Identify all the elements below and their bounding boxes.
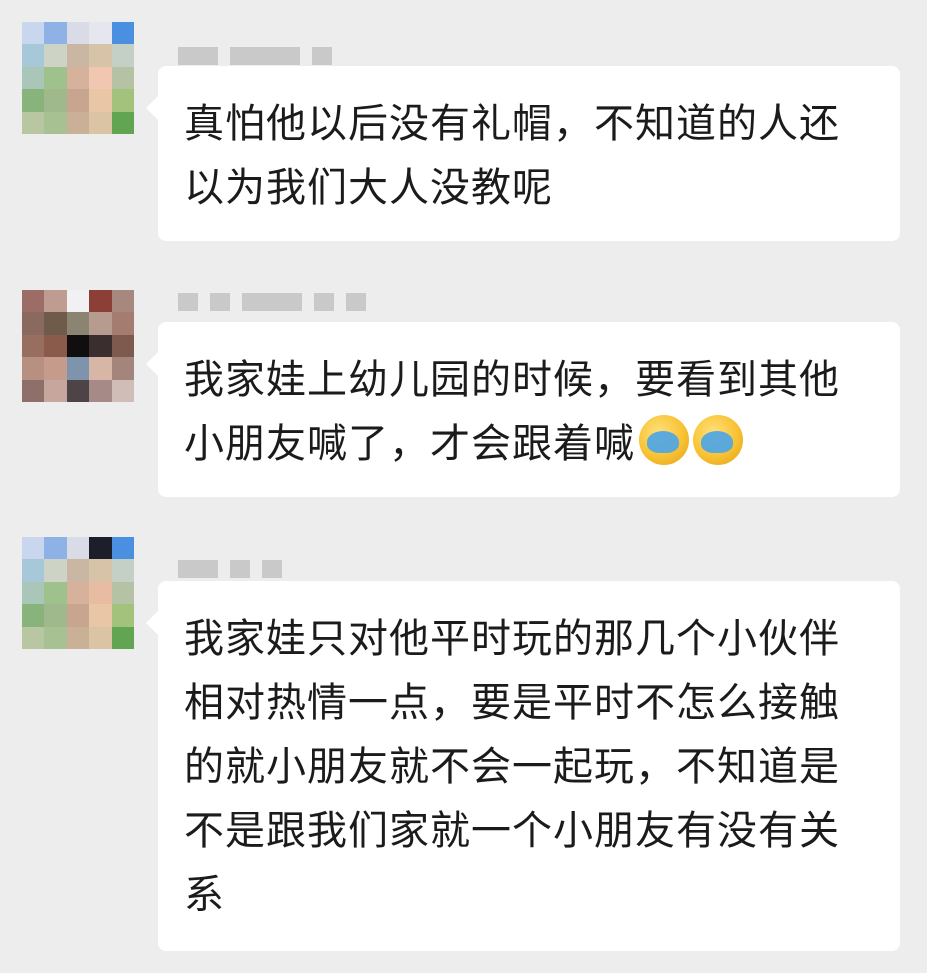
avatar[interactable] <box>22 22 134 134</box>
avatar-pixel <box>66 290 90 313</box>
avatar-pixel <box>44 357 67 380</box>
avatar-pixel <box>111 290 134 313</box>
avatar-pixel <box>66 334 90 358</box>
avatar-pixel <box>66 22 90 45</box>
avatar-pixel <box>44 537 67 560</box>
message-bubble[interactable]: 我家娃上幼儿园的时候，要看到其他小朋友喊了，才会跟着喊 <box>146 322 900 497</box>
avatar-pixel <box>111 334 134 358</box>
avatar-pixel <box>66 581 90 605</box>
avatar-pixel <box>89 66 112 90</box>
sender-name-blurred <box>178 559 282 579</box>
avatar-pixel <box>44 581 67 605</box>
avatar-pixel <box>44 559 67 582</box>
sender-name-blurred <box>178 292 366 312</box>
avatar-pixel <box>89 44 112 67</box>
avatar[interactable] <box>22 290 134 402</box>
avatar-pixel <box>66 559 90 582</box>
avatar-pixel <box>44 44 67 67</box>
avatar-pixel <box>89 559 112 582</box>
message-bubble[interactable]: 我家娃只对他平时玩的那几个小伙伴相对热情一点，要是平时不怎么接触的就小朋友就不会… <box>146 581 900 951</box>
avatar-pixel <box>66 44 90 67</box>
avatar-pixel <box>89 537 112 560</box>
avatar-pixel <box>22 537 45 560</box>
avatar-pixel <box>44 89 67 112</box>
avatar-pixel <box>44 290 67 313</box>
avatar-pixel <box>44 334 67 358</box>
sender-name-blurred <box>178 46 332 66</box>
avatar-pixel <box>66 89 90 112</box>
avatar-pixel <box>111 379 134 402</box>
avatar-pixel <box>44 379 67 402</box>
avatar-pixel <box>111 357 134 380</box>
avatar-pixel <box>89 604 112 627</box>
message-text: 我家娃只对他平时玩的那几个小伙伴相对热情一点，要是平时不怎么接触的就小朋友就不会… <box>184 616 840 918</box>
avatar-pixel <box>22 604 45 627</box>
avatar-pixel <box>111 22 134 45</box>
avatar-pixel <box>44 111 67 134</box>
avatar-pixel <box>44 312 67 335</box>
chat-area: 真怕他以后没有礼帽，不知道的人还以为我们大人没教呢 我家娃上幼儿园的时候，要看到… <box>0 0 927 973</box>
avatar-pixel <box>44 604 67 627</box>
avatar-pixel <box>66 379 90 402</box>
avatar-pixel <box>89 379 112 402</box>
avatar-pixel <box>111 89 134 112</box>
avatar-pixel <box>66 312 90 335</box>
avatar-pixel <box>111 581 134 605</box>
avatar-pixel <box>66 604 90 627</box>
avatar-pixel <box>66 537 90 560</box>
avatar-pixel <box>22 581 45 605</box>
avatar-pixel <box>44 66 67 90</box>
avatar-pixel <box>111 604 134 627</box>
avatar-pixel <box>89 89 112 112</box>
avatar-pixel <box>111 66 134 90</box>
avatar-pixel <box>22 312 45 335</box>
avatar-pixel <box>22 559 45 582</box>
avatar-pixel <box>22 44 45 67</box>
avatar-pixel <box>22 290 45 313</box>
avatar-pixel <box>111 111 134 134</box>
avatar-pixel <box>89 334 112 358</box>
facepalm-laugh-emoji <box>639 415 689 465</box>
avatar-pixel <box>89 312 112 335</box>
avatar-pixel <box>22 111 45 134</box>
avatar-pixel <box>22 626 45 649</box>
avatar-pixel <box>22 379 45 402</box>
avatar-pixel <box>44 626 67 649</box>
avatar-pixel <box>22 22 45 45</box>
avatar-pixel <box>66 66 90 90</box>
message-text: 真怕他以后没有礼帽，不知道的人还以为我们大人没教呢 <box>184 101 840 211</box>
avatar-pixel <box>66 357 90 380</box>
avatar-pixel <box>89 626 112 649</box>
avatar-pixel <box>111 312 134 335</box>
avatar-pixel <box>89 22 112 45</box>
facepalm-laugh-emoji <box>693 415 743 465</box>
avatar-pixel <box>89 111 112 134</box>
avatar-pixel <box>111 537 134 560</box>
avatar-pixel <box>66 111 90 134</box>
avatar-pixel <box>22 66 45 90</box>
avatar-pixel <box>22 89 45 112</box>
avatar-pixel <box>22 357 45 380</box>
message-bubble[interactable]: 真怕他以后没有礼帽，不知道的人还以为我们大人没教呢 <box>146 66 900 241</box>
avatar[interactable] <box>22 537 134 649</box>
avatar-pixel <box>89 581 112 605</box>
avatar-pixel <box>44 22 67 45</box>
avatar-pixel <box>111 44 134 67</box>
avatar-pixel <box>66 626 90 649</box>
avatar-pixel <box>89 357 112 380</box>
message-text: 我家娃上幼儿园的时候，要看到其他小朋友喊了，才会跟着喊 <box>184 357 840 467</box>
avatar-pixel <box>22 334 45 358</box>
avatar-pixel <box>111 559 134 582</box>
avatar-pixel <box>111 626 134 649</box>
avatar-pixel <box>89 290 112 313</box>
